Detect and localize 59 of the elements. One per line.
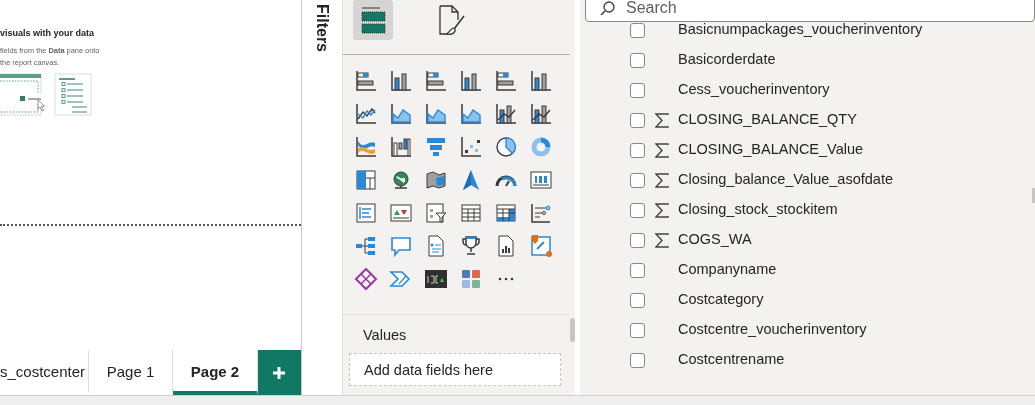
pie-chart-icon[interactable] [494, 134, 518, 159]
checkbox[interactable] [630, 172, 645, 188]
build-visual-icon [358, 5, 388, 35]
checkbox[interactable] [630, 202, 645, 218]
checkbox[interactable] [630, 22, 645, 38]
checkbox[interactable] [630, 352, 645, 368]
area-chart-icon[interactable] [424, 101, 448, 126]
field-name[interactable]: CLOSING_BALANCE_Value [678, 139, 864, 161]
scatter-chart-icon[interactable] [459, 134, 483, 159]
checkbox[interactable] [630, 112, 645, 128]
area-chart-icon[interactable] [459, 101, 483, 126]
stacked-bar-chart-icon[interactable] [424, 68, 448, 93]
page-tab[interactable]: s_costcenter [0, 350, 89, 395]
checkbox[interactable] [630, 292, 645, 308]
scrollbar-thumb[interactable] [1032, 188, 1035, 203]
stacked-bar-chart-icon[interactable] [354, 68, 378, 93]
search-field[interactable]: Search [585, 0, 1035, 22]
canvas-heading: visuals with your data [0, 27, 96, 40]
build-visual-tab[interactable] [353, 0, 393, 40]
multi-row-card-icon[interactable] [354, 200, 378, 225]
waterfall-chart-icon[interactable] [389, 134, 413, 159]
field-name[interactable]: Closing_stock_stockitem [678, 199, 838, 221]
field-name[interactable]: Costcentrename [678, 349, 785, 371]
plus-icon [272, 365, 287, 380]
filters-pane-title[interactable]: Filters [310, 4, 334, 52]
diamond-icon[interactable] [354, 266, 378, 291]
line-chart-icon[interactable] [354, 101, 378, 126]
field-name[interactable]: Costcategory [678, 289, 764, 311]
checkbox[interactable] [630, 82, 645, 98]
line-and-column-chart-icon[interactable] [494, 101, 518, 126]
scrollbar-thumb[interactable] [570, 318, 575, 342]
column-chart-icon[interactable] [459, 68, 483, 93]
field-name[interactable]: COGS_WA [678, 229, 752, 251]
field-name[interactable]: CLOSING_BALANCE_QTY [678, 109, 857, 131]
field-name[interactable]: Basicorderdate [678, 49, 776, 71]
field-name[interactable]: Cess_voucherinventory [678, 79, 830, 101]
checkbox[interactable] [630, 232, 645, 248]
field-name[interactable]: Companyname [678, 259, 777, 281]
field-name[interactable]: Basicnumpackages_voucherinventory [678, 19, 923, 41]
ribbon-chart-icon[interactable] [354, 134, 378, 159]
page-tab[interactable]: Page 2 [173, 350, 258, 395]
field-name[interactable]: Costcentre_voucherinventory [678, 319, 867, 341]
stacked-bar-chart-icon[interactable] [494, 68, 518, 93]
checkbox[interactable] [630, 322, 645, 338]
search-icon [599, 1, 617, 15]
field-name[interactable]: Closing_balance_Value_asofdate [678, 169, 893, 191]
treemap-icon[interactable] [354, 167, 378, 192]
column-chart-icon[interactable] [389, 68, 413, 93]
area-chart-icon[interactable] [389, 101, 413, 126]
checkbox[interactable] [630, 142, 645, 158]
slicer-icon[interactable] [424, 200, 448, 225]
values-label: Values [363, 326, 408, 345]
checkbox[interactable] [630, 52, 645, 68]
add-page-button[interactable] [257, 350, 301, 395]
checkbox[interactable] [630, 262, 645, 278]
line-and-column-chart-icon[interactable] [529, 101, 553, 126]
values-drop-field[interactable]: Add data fields here [349, 352, 561, 386]
trophy-icon[interactable] [459, 233, 483, 258]
column-chart-icon[interactable] [529, 68, 553, 93]
